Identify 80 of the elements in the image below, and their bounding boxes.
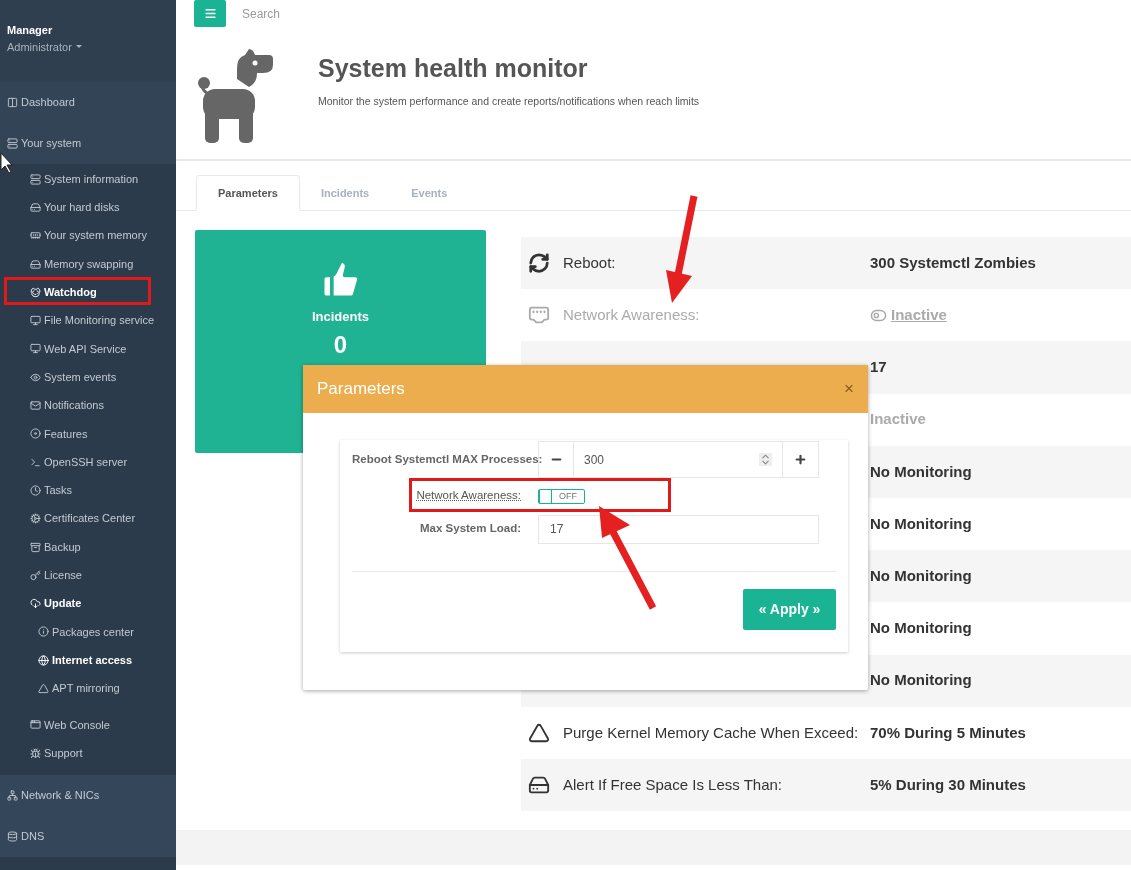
sidebar-item-icon: [30, 428, 41, 440]
sidebar-item-icon: [30, 484, 41, 496]
page-title: System health monitor: [318, 53, 589, 84]
sidebar-item[interactable]: Update: [0, 589, 176, 618]
menu-button[interactable]: [194, 0, 226, 27]
sidebar-item[interactable]: Your hard disks: [0, 193, 176, 222]
sidebar-item[interactable]: APT mirroring: [0, 674, 176, 703]
parameter-value: 17: [870, 357, 887, 378]
parameter-value: 5% During 30 Minutes: [870, 774, 1026, 795]
sidebar-item[interactable]: Web API Service: [0, 334, 176, 364]
refresh-icon: [528, 252, 550, 275]
sidebar-item[interactable]: OpenSSH server: [0, 447, 176, 477]
parameter-label: Alert If Free Space Is Less Than:: [563, 774, 782, 795]
sidebar-item[interactable]: Backup: [0, 532, 176, 562]
sidebar-item[interactable]: Packages center: [0, 617, 176, 647]
tab[interactable]: Parameters: [196, 175, 300, 211]
sidebar-item[interactable]: System information: [0, 165, 176, 194]
sidebar-item-icon: [30, 371, 41, 383]
sidebar-item-icon: [38, 626, 49, 638]
user-role-dropdown[interactable]: Administrator: [7, 38, 176, 55]
parameter-label: Purge Kernel Memory Cache When Exceed:: [563, 722, 859, 743]
parameter-value: 70% During 5 Minutes: [870, 722, 1026, 743]
sidebar-item[interactable]: Notifications: [0, 391, 176, 420]
sidebar-item-icon: [7, 831, 18, 843]
sidebar-item-icon: [7, 97, 18, 108]
sidebar-item-icon: [30, 541, 41, 553]
sidebar-item[interactable]: Tasks: [0, 476, 176, 505]
sidebar-item-icon: [30, 569, 41, 581]
sidebar-item-icon: [30, 719, 41, 731]
sidebar-item-icon: [30, 598, 41, 610]
field-label: Max System Load:: [419, 521, 522, 537]
parameter-value: No Monitoring: [870, 670, 972, 691]
menu-icon: [203, 7, 217, 20]
sidebar-item[interactable]: Internet access: [0, 646, 176, 675]
sidebar-item[interactable]: License: [0, 561, 176, 590]
sidebar-item-icon: [38, 683, 49, 694]
sidebar-item[interactable]: Certificates Center: [0, 504, 176, 533]
sidebar-item-icon: [7, 790, 18, 802]
sidebar-item[interactable]: DNS: [0, 822, 45, 851]
sidebar-item-icon: [30, 513, 41, 525]
parameter-label: Network Awareness:: [563, 305, 700, 326]
sidebar-item[interactable]: Watchdog: [0, 278, 176, 307]
sidebar-item-icon: [30, 258, 41, 270]
mouse-pointer-icon: [0, 152, 13, 174]
search-field[interactable]: Search: [242, 4, 442, 23]
parameter-value: No Monitoring: [870, 513, 972, 534]
page-subtitle: Monitor the system performance and create reports/notifications when reach limits: [318, 93, 700, 109]
parameter-value: No Monitoring: [870, 461, 972, 482]
incident-count: 0: [333, 329, 348, 360]
dog-icon: [195, 49, 273, 143]
parameter-value: Inactive: [870, 409, 926, 430]
card-label: Incidents: [311, 308, 370, 326]
sidebar-item-icon: [7, 138, 18, 149]
sidebar-item-icon: [30, 747, 41, 759]
sidebar-item[interactable]: Features: [0, 419, 176, 448]
user-name: Manager: [7, 23, 54, 38]
field-label: Network Awareness:: [416, 489, 521, 502]
sidebar-item-icon: [30, 286, 41, 298]
sidebar-item[interactable]: Your system memory: [0, 221, 176, 250]
sidebar-item-icon: [30, 201, 41, 213]
sidebar-item-icon: [30, 230, 41, 242]
sidebar-item[interactable]: Memory swapping: [0, 249, 176, 279]
number-field[interactable]: 17: [538, 514, 819, 544]
sidebar-item[interactable]: File Monitoring service: [0, 306, 176, 335]
sidebar-item-icon: [30, 400, 41, 411]
dialog-title: Parameters: [317, 378, 405, 401]
parameter-value: 300 Systemctl Zombies: [870, 252, 1036, 273]
toggle-switch[interactable]: OFF: [538, 488, 585, 504]
parameter-label: Reboot:: [563, 252, 616, 273]
sidebar-item[interactable]: System events: [0, 363, 176, 392]
sidebar-item-icon: [30, 173, 41, 185]
sidebar-item[interactable]: Support: [0, 738, 176, 768]
parameter-value: No Monitoring: [870, 565, 972, 586]
sidebar-item-icon: [30, 343, 41, 355]
sidebar-item-icon: [30, 456, 41, 468]
caret-icon: [75, 45, 82, 49]
parameter-value: No Monitoring: [870, 618, 972, 639]
sidebar-item[interactable]: Web Console: [0, 710, 176, 739]
sidebar-item-icon: [30, 315, 41, 327]
sidebar-item-icon: [38, 654, 49, 666]
